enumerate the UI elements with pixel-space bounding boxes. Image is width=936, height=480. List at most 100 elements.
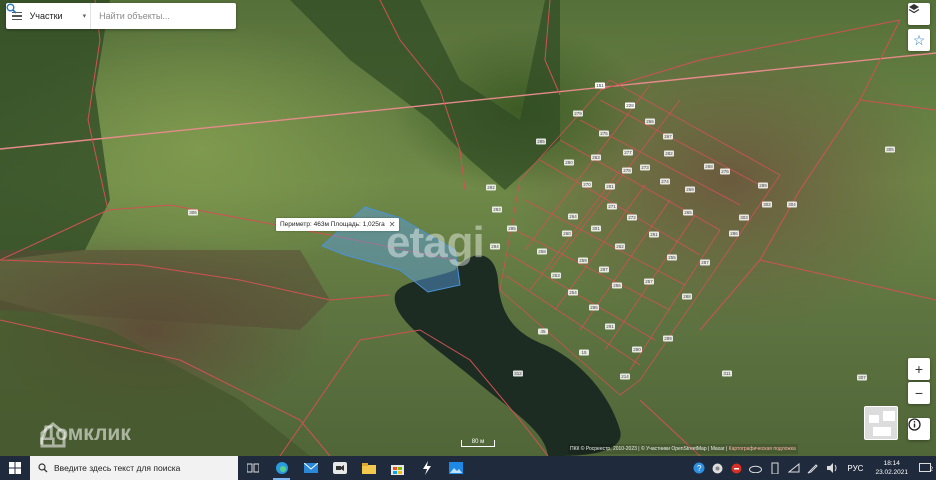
layer-select-label: Участки [29, 11, 63, 21]
parcel-label[interactable]: 261 [650, 232, 658, 237]
taskbar-clock[interactable]: 18:14 23.02.2021 [869, 459, 914, 477]
file-explorer-icon[interactable] [354, 456, 383, 480]
attribution-text-1: ПКК © Росреестр, 2010-2023 | [570, 446, 641, 452]
cloud-icon[interactable] [746, 456, 765, 480]
parcel-label[interactable]: 301 [592, 226, 600, 231]
parcel-label[interactable]: 254 [569, 290, 577, 295]
parcel-label[interactable]: 255 [668, 255, 676, 260]
parcel-label[interactable]: 289 [664, 336, 672, 341]
map-scale: 80 м [461, 439, 495, 447]
parcel-label[interactable]: 291 [606, 324, 614, 329]
parcel-label[interactable]: 305 [886, 147, 894, 152]
parcel-label[interactable]: 267 [664, 134, 672, 139]
zoom-app-icon[interactable] [325, 456, 354, 480]
parcel-label[interactable]: 262 [616, 244, 624, 249]
mail-icon[interactable] [296, 456, 325, 480]
photos-icon[interactable] [441, 456, 470, 480]
parcel-label[interactable]: 294 [491, 244, 499, 249]
map-search-input[interactable] [91, 4, 217, 28]
parcel-label[interactable]: 269 [686, 187, 694, 192]
parcel-label[interactable]: 296 [590, 305, 598, 310]
parcel-label[interactable]: 275 [600, 131, 608, 136]
search-icon[interactable] [6, 3, 236, 29]
parcel-label[interactable]: 151 [596, 83, 604, 88]
screen: 2832842792752662672852632772822782732742… [0, 0, 936, 480]
parcel-label[interactable]: 278 [623, 168, 631, 173]
attribution-text-3[interactable]: Картографическая подложка [729, 446, 796, 452]
parcel-label[interactable]: 214 [621, 374, 629, 379]
parcel-label[interactable]: 302 [763, 202, 771, 207]
parcel-label[interactable]: 15 [581, 350, 587, 355]
parcel-label[interactable]: 277 [624, 150, 632, 155]
parcel-label[interactable]: 304 [788, 202, 796, 207]
battery-icon[interactable] [765, 456, 784, 480]
parcel-label[interactable]: 253 [552, 273, 560, 278]
chrome-icon[interactable] [708, 456, 727, 480]
parcel-label[interactable]: 311 [723, 371, 731, 376]
parcel-label[interactable]: 290 [633, 347, 641, 352]
parcel-label[interactable]: 286 [730, 231, 738, 236]
satellite-map[interactable]: 2832842792752662672852632772822782732742… [0, 0, 936, 456]
domclick-logo: Домклик [40, 422, 131, 448]
language-indicator[interactable]: РУС [841, 464, 869, 473]
windows-start-icon[interactable] [0, 456, 30, 480]
parcel-label[interactable]: 45 [540, 329, 546, 334]
parcel-label[interactable]: 287 [701, 260, 709, 265]
edge-browser-icon[interactable] [267, 456, 296, 480]
taskbar-search[interactable]: Введите здесь текст для поиска [30, 456, 238, 480]
attribution-text-2[interactable]: © Участники OpenStreetMap | Maxar | [641, 446, 729, 452]
parcel-label[interactable]: 279 [574, 111, 582, 116]
parcel-label[interactable]: 271 [608, 204, 616, 209]
layers-icon[interactable] [908, 3, 930, 25]
parcel-label[interactable]: 282 [665, 151, 673, 156]
layer-select[interactable]: Участки ▾ [28, 3, 92, 29]
parcel-label[interactable]: 293 [493, 207, 501, 212]
parcel-label[interactable]: 288 [683, 294, 691, 299]
zoom-out-button[interactable]: − [908, 382, 930, 404]
parcel-label[interactable]: 268 [705, 164, 713, 169]
parcel-label[interactable]: 312 [514, 371, 522, 376]
clock-date: 23.02.2021 [875, 469, 908, 476]
parcel-label[interactable]: 285 [537, 139, 545, 144]
parcel-label[interactable]: 280 [565, 160, 573, 165]
task-view-icon[interactable] [238, 456, 267, 480]
parcel-label[interactable]: 303 [740, 215, 748, 220]
antivirus-icon[interactable] [727, 456, 746, 480]
parcel-label[interactable]: 264 [569, 214, 577, 219]
parcel-label[interactable]: 272 [628, 215, 636, 220]
parcel-label[interactable]: 260 [563, 231, 571, 236]
parcel-label[interactable]: 307 [858, 375, 866, 380]
parcel-label[interactable]: 265 [684, 210, 692, 215]
parcel-label[interactable]: 289 [759, 183, 767, 188]
parcel-label[interactable]: 256 [613, 283, 621, 288]
parcel-label[interactable]: 292 [487, 185, 495, 190]
parcel-label[interactable]: 306 [189, 210, 197, 215]
parcel-label[interactable]: 281 [606, 184, 614, 189]
svg-text:?: ? [697, 464, 702, 473]
minimap[interactable] [864, 406, 898, 440]
search-icon [38, 463, 48, 473]
parcel-label[interactable]: 228 [626, 103, 634, 108]
parcel-label[interactable]: 274 [661, 179, 669, 184]
lightning-app-icon[interactable] [412, 456, 441, 480]
zoom-in-button[interactable]: + [908, 358, 930, 380]
parcel-label[interactable]: 258 [538, 249, 546, 254]
pen-icon[interactable] [803, 456, 822, 480]
parcel-label[interactable]: 259 [579, 258, 587, 263]
parcel-label[interactable]: 276 [721, 169, 729, 174]
parcel-label[interactable]: 270 [583, 182, 591, 187]
parcel-label[interactable]: 263 [592, 155, 600, 160]
info-icon[interactable] [908, 418, 930, 440]
favorite-star-icon[interactable]: ☆ [908, 29, 930, 51]
system-tray: ? РУС 18:14 23.02.2021 2 [689, 456, 936, 480]
parcel-label[interactable]: 266 [646, 119, 654, 124]
volume-icon[interactable] [822, 456, 841, 480]
notification-icon[interactable]: 2 [914, 456, 936, 480]
parcel-label[interactable]: 297 [600, 267, 608, 272]
parcel-label[interactable]: 273 [641, 165, 649, 170]
parcel-label[interactable]: 295 [508, 226, 516, 231]
network-icon[interactable] [784, 456, 803, 480]
parcel-label[interactable]: 257 [645, 279, 653, 284]
help-icon[interactable]: ? [689, 456, 708, 480]
store-icon[interactable] [383, 456, 412, 480]
